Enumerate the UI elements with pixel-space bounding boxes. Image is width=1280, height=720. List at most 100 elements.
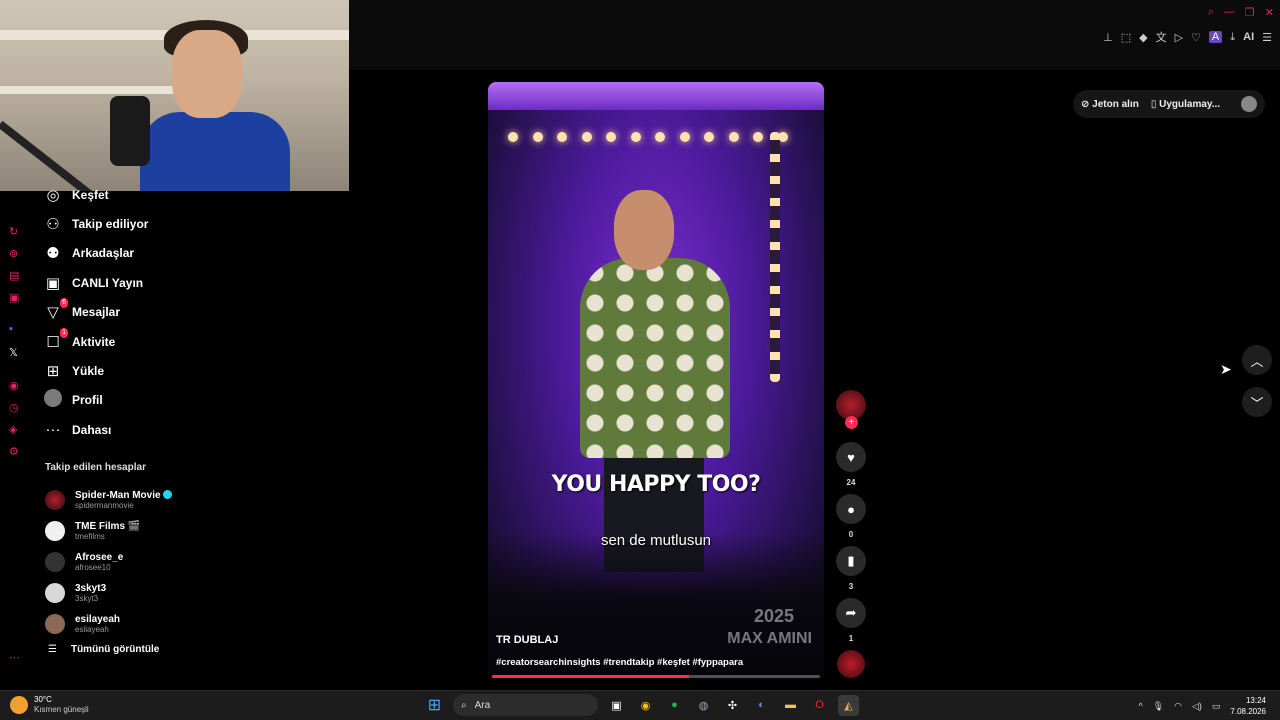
chat-icon[interactable]: ▤ (9, 269, 19, 282)
screenshot-icon[interactable]: ⬚ (1121, 31, 1131, 44)
top-actions-bar: ⊘ Jeton alın ▯ Uygulamay... (1073, 90, 1265, 118)
account-handle: 3skyt3 (75, 593, 99, 603)
account-name: Afrosee_e (75, 551, 124, 563)
get-coins-button[interactable]: ⊘ Jeton alın (1081, 99, 1139, 110)
pin-icon[interactable]: ⊥ (1103, 31, 1113, 44)
shield-icon[interactable]: ◆ (1139, 31, 1147, 44)
video-hashtags[interactable]: #creatorsearchinsights #trendtakip #keşf… (496, 657, 743, 668)
avatar[interactable] (1241, 96, 1257, 112)
watermark-name: MAX AMINI (727, 630, 812, 647)
app-icon[interactable]: ✣ (722, 695, 743, 716)
extension-icon[interactable]: ⋯ (9, 651, 20, 664)
weather-widget[interactable]: 30°C Kısmen güneşli (10, 695, 89, 715)
account-handle: afrosee10 (75, 562, 111, 572)
weather-sun-icon (10, 696, 28, 714)
microphone-icon[interactable]: 🎙 (1153, 701, 1164, 712)
refresh-icon[interactable]: ↻ (9, 225, 18, 238)
clock-date: 7.08.2026 (1230, 707, 1266, 716)
video-caption-turkish: sen de mutlusun (600, 532, 712, 549)
sidebar-item-messages[interactable]: ▽ 6 Mesajlar (44, 298, 244, 327)
translate-icon[interactable]: 文 (1156, 29, 1167, 45)
video-player[interactable]: YOU HAPPY TOO? sen de mutlusun 2025 MAX … (488, 82, 824, 680)
list-item[interactable]: Afrosee_e afrosee10 (45, 546, 215, 577)
play-icon[interactable]: ▷ (1175, 31, 1183, 44)
menu-icon[interactable]: ☰ (1262, 31, 1272, 44)
heart-icon[interactable]: ♡ (1191, 31, 1201, 44)
sidebar-item-explore[interactable]: ◎ Keşfet (44, 180, 244, 209)
next-video-button[interactable]: ﹀ (1242, 387, 1272, 417)
list-item[interactable]: Spider-Man Movie spidermanmovie (45, 484, 215, 515)
sidebar-item-activity[interactable]: ☐ 1 Aktivite (44, 327, 244, 356)
close-button[interactable]: ✕ (1265, 6, 1274, 19)
bot-icon[interactable]: ⊚ (9, 247, 18, 260)
twitch-icon[interactable]: ▪ (9, 323, 13, 335)
see-all-label: Tümünü görüntüle (70, 644, 160, 655)
file-explorer-icon[interactable]: ▬ (780, 695, 801, 716)
get-app-button[interactable]: ▯ Uygulamay... (1151, 99, 1220, 110)
share-button[interactable]: ➦ 1 (836, 598, 866, 643)
circle-icon[interactable]: ◉ (9, 379, 19, 392)
activity-icon: ☐ 1 (46, 327, 68, 351)
extension-a-icon[interactable]: A (1208, 31, 1223, 43)
stage-bulbs (508, 132, 788, 146)
discord-icon[interactable]: ◐ (751, 695, 772, 716)
bookmark-icon[interactable]: ◈ (9, 423, 17, 436)
task-view-icon[interactable]: ▣ (606, 695, 627, 716)
account-name: esilayeah (75, 613, 121, 625)
spotify-icon[interactable]: ● (664, 695, 685, 716)
list-item[interactable]: TME Films 🎬 tmefilms (45, 515, 215, 546)
previous-video-button[interactable]: ︿ (1242, 345, 1272, 375)
save-button[interactable]: ▮ 3 (836, 546, 866, 591)
list-item[interactable]: esilayeah esilayeah (45, 608, 215, 639)
search-icon[interactable]: ⌕ (1208, 6, 1214, 19)
download-icon[interactable]: ⤓ (1230, 31, 1235, 44)
webcam-microphone (110, 96, 150, 166)
wifi-icon[interactable]: ◠ (1174, 701, 1182, 712)
sidebar-item-upload[interactable]: ⊞ Yükle (44, 356, 244, 385)
like-count: 24 (846, 478, 856, 487)
sidebar-item-profile[interactable]: Profil (44, 386, 244, 415)
watermark-year: 2025 (753, 606, 794, 626)
settings-icon[interactable]: ⚙ (9, 445, 19, 458)
search-placeholder: Ara (474, 699, 491, 711)
webcam-shelf (0, 86, 200, 94)
sidebar-item-friends[interactable]: ⚉ Arkadaşlar (44, 239, 244, 268)
sidebar-item-following[interactable]: ⚇ Takip ediliyor (44, 209, 244, 238)
follow-plus-button[interactable]: + (845, 416, 858, 429)
weather-temperature: 30°C (34, 695, 52, 704)
taskbar-apps: ⊞ ⌕ Ara ▣ ◉ ● ◍ ✣ ◐ ▬ O ◭ (424, 694, 859, 716)
bookmark-icon: ▮ (836, 546, 866, 576)
taskbar-search[interactable]: ⌕ Ara (453, 694, 598, 716)
clock-time: 13:24 (1245, 696, 1266, 705)
chevron-up-icon[interactable]: ^ (1138, 701, 1142, 711)
minimize-button[interactable]: — (1224, 6, 1235, 19)
steam-icon[interactable]: ◍ (693, 695, 714, 716)
ai-button[interactable]: AI (1243, 31, 1254, 43)
list-item[interactable]: 3skyt3 3skyt3 (45, 577, 215, 608)
active-app-icon[interactable]: ◭ (838, 694, 859, 716)
battery-icon[interactable]: ▭ (1212, 701, 1221, 712)
see-all-button[interactable]: ☰ Tümünü görüntüle (48, 644, 159, 655)
comment-button[interactable]: ● 0 (836, 494, 866, 539)
video-progress-bar[interactable] (492, 675, 820, 678)
like-button[interactable]: ♥ 24 (836, 442, 866, 487)
comment-count: 0 (848, 530, 854, 539)
chevron-up-icon: ︿ (1250, 353, 1264, 369)
x-icon[interactable]: 𝕏 (9, 346, 18, 359)
clock-icon[interactable]: ◷ (9, 401, 19, 414)
system-clock[interactable]: 13:24 7.08.2026 (1230, 695, 1266, 717)
sidebar-item-live[interactable]: ▣ CANLI Yayın (44, 268, 244, 297)
chevron-down-icon: ﹀ (1250, 395, 1264, 411)
more-dots-icon: ··· (45, 421, 61, 439)
account-name: TME Films 🎬 (75, 520, 141, 532)
sidebar-item-more[interactable]: ··· Dahası (44, 415, 244, 444)
volume-icon[interactable]: ◁) (1192, 701, 1202, 712)
video-author[interactable]: TR DUBLAJ (496, 634, 558, 646)
windows-start-icon[interactable]: ⊞ (424, 695, 445, 716)
restore-button[interactable]: ❐ (1245, 6, 1255, 19)
app-icon[interactable]: ▣ (9, 291, 19, 304)
music-disc-avatar[interactable] (837, 650, 865, 678)
extensions-row: ⊥ ⬚ ◆ 文 ▷ ♡ A ⤓ AI ☰ (1103, 29, 1272, 45)
chrome-icon[interactable]: ◉ (635, 695, 656, 716)
opera-icon[interactable]: O (809, 695, 830, 716)
